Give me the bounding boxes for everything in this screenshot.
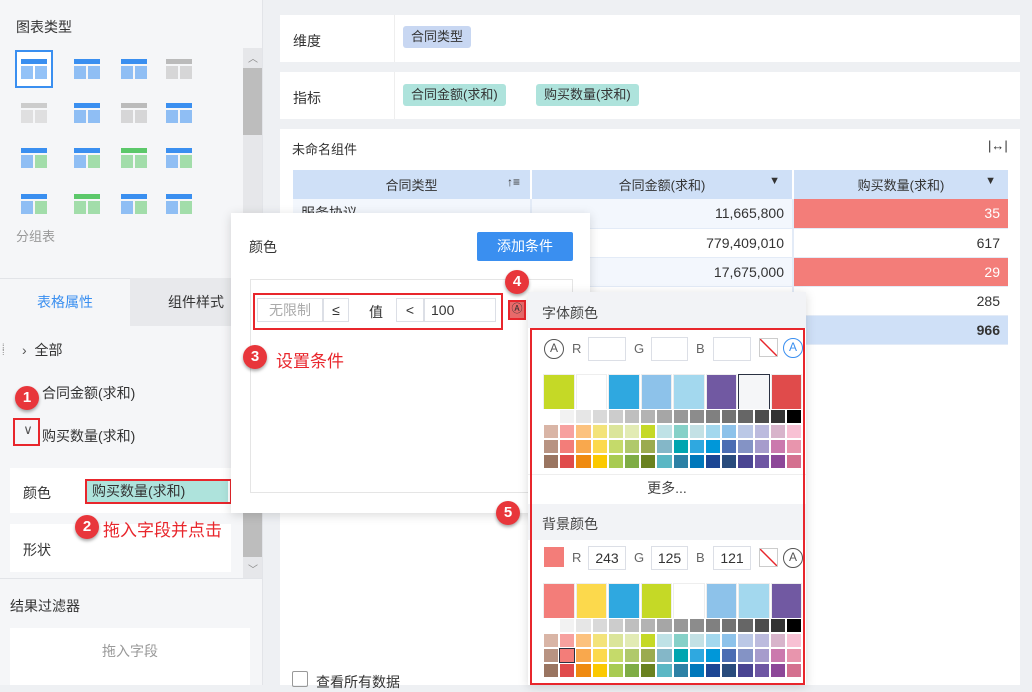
column-header[interactable]: 购买数量(求和) ▼ — [793, 170, 1008, 199]
drag-handle-icon[interactable]: ⁞ ⁞ — [2, 343, 5, 357]
font-color-button[interactable]: Ⓐ — [508, 300, 526, 320]
annotation-badge: 4 — [505, 270, 529, 294]
annotation-badge: 1 — [15, 386, 39, 410]
column-header[interactable]: 合同金额(求和) ▼ — [531, 170, 794, 199]
chart-type-icon[interactable] — [115, 139, 153, 177]
fit-width-icon[interactable]: |↔| — [988, 138, 1008, 153]
dropdown-icon: ▼ — [769, 175, 780, 187]
chart-type-icon[interactable] — [160, 94, 198, 132]
annotation-badge: 5 — [496, 501, 520, 525]
shape-label: 形状 — [23, 542, 51, 558]
chart-type-icon[interactable] — [68, 50, 106, 88]
popup-title: 颜色 — [249, 239, 277, 255]
annotation-badge: 3 — [243, 345, 267, 369]
group-table-label: 分组表 — [16, 229, 56, 244]
chart-type-icon[interactable] — [68, 94, 106, 132]
chart-type-icon[interactable] — [115, 185, 153, 223]
qty-cell: 35 — [793, 199, 1008, 229]
annotation-box — [530, 328, 805, 685]
dimension-label: 维度 — [293, 33, 321, 49]
annotation-box — [85, 479, 232, 504]
annotation-box — [13, 418, 40, 446]
chart-type-icon[interactable] — [15, 94, 53, 132]
font-color-title: 字体颜色 — [542, 305, 598, 321]
qty-cell: 285 — [793, 286, 1008, 316]
metric-card: 指标 合同金额(求和) 购买数量(求和) — [280, 72, 1020, 119]
annotation-badge: 2 — [75, 515, 99, 539]
annotation-text: 设置条件 — [276, 352, 344, 371]
chart-type-icon[interactable] — [15, 50, 53, 88]
chart-type-icon[interactable] — [15, 139, 53, 177]
view-all-label: 查看所有数据 — [316, 674, 400, 690]
qty-cell: 29 — [793, 257, 1008, 287]
chart-type-icon[interactable] — [115, 50, 153, 88]
column-header[interactable]: 合同类型 ↑≡ — [293, 170, 532, 199]
chart-type-icon[interactable] — [115, 94, 153, 132]
chevron-right-icon: › — [22, 342, 27, 358]
left-panel: 图表类型 分组表 ︿ 表格属性 组件样式 ⁞ ⁞ › 全部 合同金额(求和) ∨ … — [0, 0, 263, 685]
total-qty: 966 — [793, 315, 1008, 345]
metric-label: 指标 — [293, 90, 321, 106]
chart-type-icon[interactable] — [68, 185, 106, 223]
tab-table-properties[interactable]: 表格属性 — [0, 278, 130, 326]
add-condition-button[interactable]: 添加条件 — [477, 232, 573, 261]
sort-icon: ↑≡ — [506, 175, 520, 189]
dimension-tag[interactable]: 合同类型 — [403, 26, 472, 48]
dropdown-icon: ▼ — [985, 175, 996, 187]
metric-tag[interactable]: 合同金额(求和) — [403, 84, 506, 106]
chart-type-title: 图表类型 — [16, 19, 72, 35]
filter-title: 结果过滤器 — [10, 598, 80, 614]
chart-type-icon[interactable] — [160, 50, 198, 88]
chart-type-scrollbar[interactable]: ︿ — [243, 48, 262, 223]
tree-item-all[interactable]: › 全部 — [22, 340, 62, 360]
chart-type-icon[interactable] — [160, 139, 198, 177]
component-title: 未命名组件 — [292, 142, 358, 157]
tree-item-amount[interactable]: 合同金额(求和) — [42, 383, 135, 403]
filter-drop-zone[interactable]: 拖入字段 — [10, 628, 250, 685]
qty-cell: 617 — [793, 228, 1008, 258]
chart-type-icon[interactable] — [68, 139, 106, 177]
tree-item-qty[interactable]: 购买数量(求和) — [42, 426, 135, 446]
color-label: 颜色 — [23, 485, 51, 501]
chart-type-icon[interactable] — [15, 185, 53, 223]
metric-tag[interactable]: 购买数量(求和) — [536, 84, 639, 106]
chart-type-icon[interactable] — [160, 185, 198, 223]
annotation-text: 拖入字段并点击 — [103, 521, 222, 540]
dimension-card: 维度 合同类型 — [280, 15, 1020, 62]
annotation-box — [253, 293, 503, 330]
